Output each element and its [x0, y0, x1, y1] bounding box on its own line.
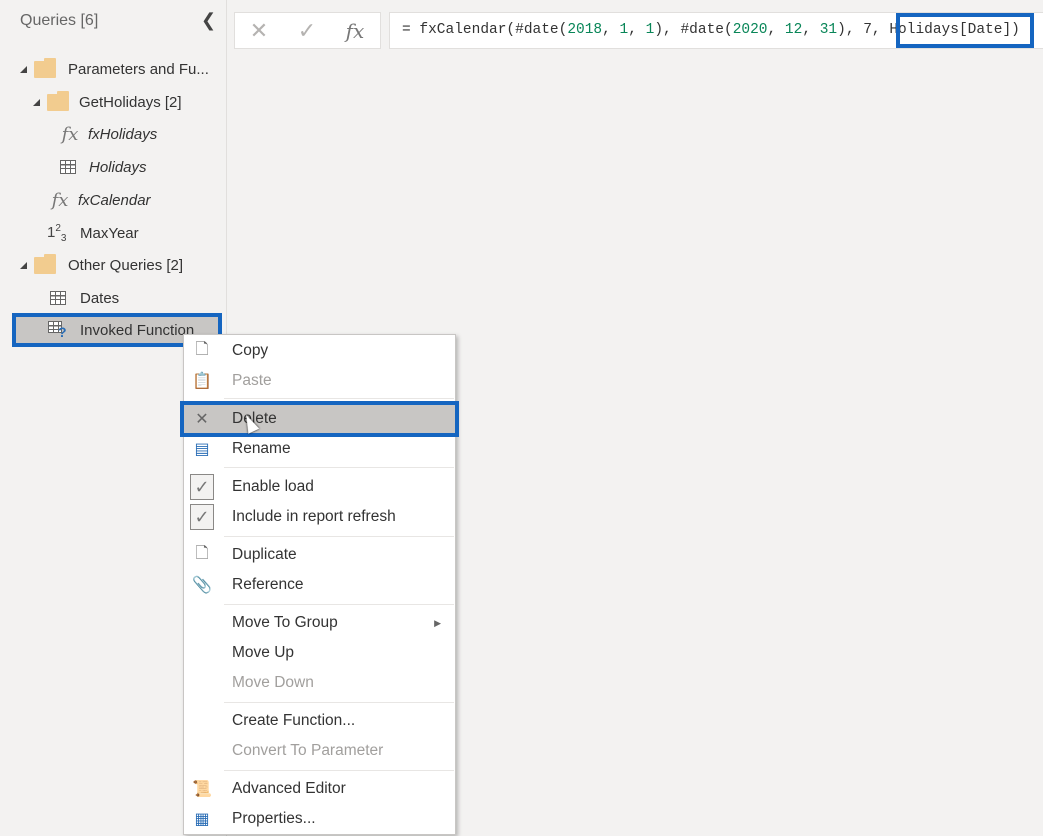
tree-item-invoked-function[interactable]: ? Invoked Function — [48, 315, 194, 345]
menu-item-properties[interactable]: ▦ Properties... — [184, 804, 455, 834]
menu-item-label: Copy — [232, 342, 269, 359]
function-icon: fx — [61, 123, 79, 145]
tree-item-label: fxCalendar — [78, 191, 151, 209]
tree-item-label: GetHolidays [2] — [79, 93, 182, 111]
menu-item-move-down[interactable]: Move Down — [184, 668, 455, 698]
folder-icon — [47, 90, 69, 111]
menu-item-label: Paste — [232, 372, 272, 389]
paperclip-icon: 📎 — [192, 577, 212, 594]
expand-caret-icon[interactable] — [33, 98, 40, 106]
formula-input[interactable]: = fxCalendar(#date(2018, 1, 1), #date(20… — [389, 12, 1043, 49]
menu-separator — [224, 702, 454, 703]
close-icon[interactable]: ✕ — [235, 18, 283, 44]
tree-item-label: Holidays — [89, 158, 147, 176]
menu-item-label: Properties... — [232, 810, 316, 827]
number-icon: 123 — [47, 222, 67, 244]
tree-item-label: Dates — [80, 289, 120, 307]
menu-item-label: Include in report refresh — [232, 508, 396, 525]
function-icon[interactable]: fx — [331, 19, 379, 43]
duplicate-icon: 🗋 — [195, 544, 209, 562]
menu-item-label: Reference — [232, 576, 304, 593]
menu-separator — [224, 398, 454, 399]
menu-item-paste[interactable]: 📋 Paste — [184, 366, 455, 396]
menu-item-label: Create Function... — [232, 712, 356, 729]
formula-token: , — [767, 22, 785, 38]
checkbox-checked-icon[interactable]: ✓ — [190, 474, 214, 500]
menu-item-label: Duplicate — [232, 546, 297, 563]
tree-item-holidays[interactable]: Holidays — [60, 152, 147, 182]
formula-number-token: 2020 — [732, 22, 768, 38]
menu-separator — [224, 536, 454, 537]
menu-item-label: Enable load — [232, 478, 314, 495]
copy-icon: 🗋 — [195, 340, 209, 358]
formula-token: ) — [1011, 22, 1020, 38]
formula-number-token: 1 — [619, 22, 629, 38]
menu-separator — [224, 770, 454, 771]
invoked-table-icon: ? — [48, 321, 70, 340]
formula-number-token: 31 — [819, 22, 838, 38]
menu-item-label: Move Up — [232, 644, 295, 661]
properties-icon: ▦ — [194, 811, 210, 828]
tree-item-label: Invoked Function — [80, 321, 195, 339]
formula-highlighted-token: Holidays[Date] — [889, 22, 1012, 38]
menu-item-label: Move Down — [232, 674, 314, 691]
formula-token: , — [602, 22, 620, 38]
tree-item-label: MaxYear — [80, 224, 139, 242]
folder-icon — [34, 57, 56, 78]
menu-item-label: Advanced Editor — [232, 780, 346, 797]
menu-separator — [224, 604, 454, 605]
tree-item-label: Other Queries [2] — [68, 256, 184, 274]
formula-actions: ✕ ✓ fx — [234, 12, 381, 49]
tree-item-maxyear[interactable]: 123 MaxYear — [47, 218, 139, 248]
menu-item-enable-load[interactable]: ✓ Enable load — [184, 472, 455, 502]
expand-caret-icon[interactable] — [20, 261, 27, 269]
tree-item-label: fxHolidays — [88, 125, 158, 143]
table-icon — [50, 291, 66, 305]
menu-item-label: Rename — [232, 440, 291, 457]
menu-item-label: Move To Group — [232, 614, 338, 631]
menu-item-delete[interactable]: ✕ Delete — [184, 404, 455, 434]
tree-folder-getholidays[interactable]: GetHolidays [2] — [33, 87, 182, 117]
table-icon — [60, 160, 76, 174]
tree-folder-parameters[interactable]: Parameters and Fu... — [20, 54, 209, 84]
formula-number-token: 12 — [784, 22, 803, 38]
advanced-editor-icon: 📜 — [192, 781, 212, 798]
chevron-left-icon[interactable]: ❮ — [201, 10, 216, 30]
tree-item-fxcalendar[interactable]: fx fxCalendar — [50, 185, 151, 215]
menu-item-move-up[interactable]: Move Up — [184, 638, 455, 668]
menu-item-move-to-group[interactable]: Move To Group ▶ — [184, 608, 455, 638]
queries-header: Queries [6] — [20, 12, 99, 29]
checkbox-checked-icon[interactable]: ✓ — [190, 504, 214, 530]
menu-item-create-function[interactable]: Create Function... — [184, 706, 455, 736]
formula-token: , — [802, 22, 820, 38]
formula-token: = fxCalendar(#date( — [402, 22, 568, 38]
menu-item-advanced-editor[interactable]: 📜 Advanced Editor — [184, 774, 455, 804]
menu-item-rename[interactable]: ▤ Rename — [184, 434, 455, 464]
menu-item-copy[interactable]: 🗋 Copy — [184, 336, 455, 366]
folder-icon — [34, 253, 56, 274]
menu-item-convert-to-parameter[interactable]: Convert To Parameter — [184, 736, 455, 766]
delete-icon: ✕ — [195, 411, 209, 428]
formula-token: ), #date( — [654, 22, 733, 38]
menu-item-reference[interactable]: 📎 Reference — [184, 570, 455, 600]
tree-folder-other-queries[interactable]: Other Queries [2] — [20, 250, 183, 280]
menu-item-duplicate[interactable]: 🗋 Duplicate — [184, 540, 455, 570]
formula-token: , — [628, 22, 646, 38]
menu-item-include-refresh[interactable]: ✓ Include in report refresh — [184, 502, 455, 532]
menu-item-label: Convert To Parameter — [232, 742, 384, 759]
submenu-arrow-icon: ▶ — [434, 617, 441, 628]
context-menu: 🗋 Copy 📋 Paste ✕ Delete ▤ Rename ✓ Enabl… — [183, 334, 456, 835]
check-icon[interactable]: ✓ — [283, 18, 331, 44]
formula-token: ), 7, — [837, 22, 890, 38]
formula-number-token: 2018 — [567, 22, 603, 38]
menu-separator — [224, 467, 454, 468]
function-icon: fx — [51, 189, 69, 211]
tree-item-label: Parameters and Fu... — [68, 60, 209, 78]
paste-icon: 📋 — [192, 373, 212, 390]
tree-item-dates[interactable]: Dates — [50, 283, 119, 313]
rename-icon: ▤ — [194, 441, 210, 458]
expand-caret-icon[interactable] — [20, 65, 27, 73]
tree-item-fxholidays[interactable]: fx fxHolidays — [60, 119, 158, 149]
